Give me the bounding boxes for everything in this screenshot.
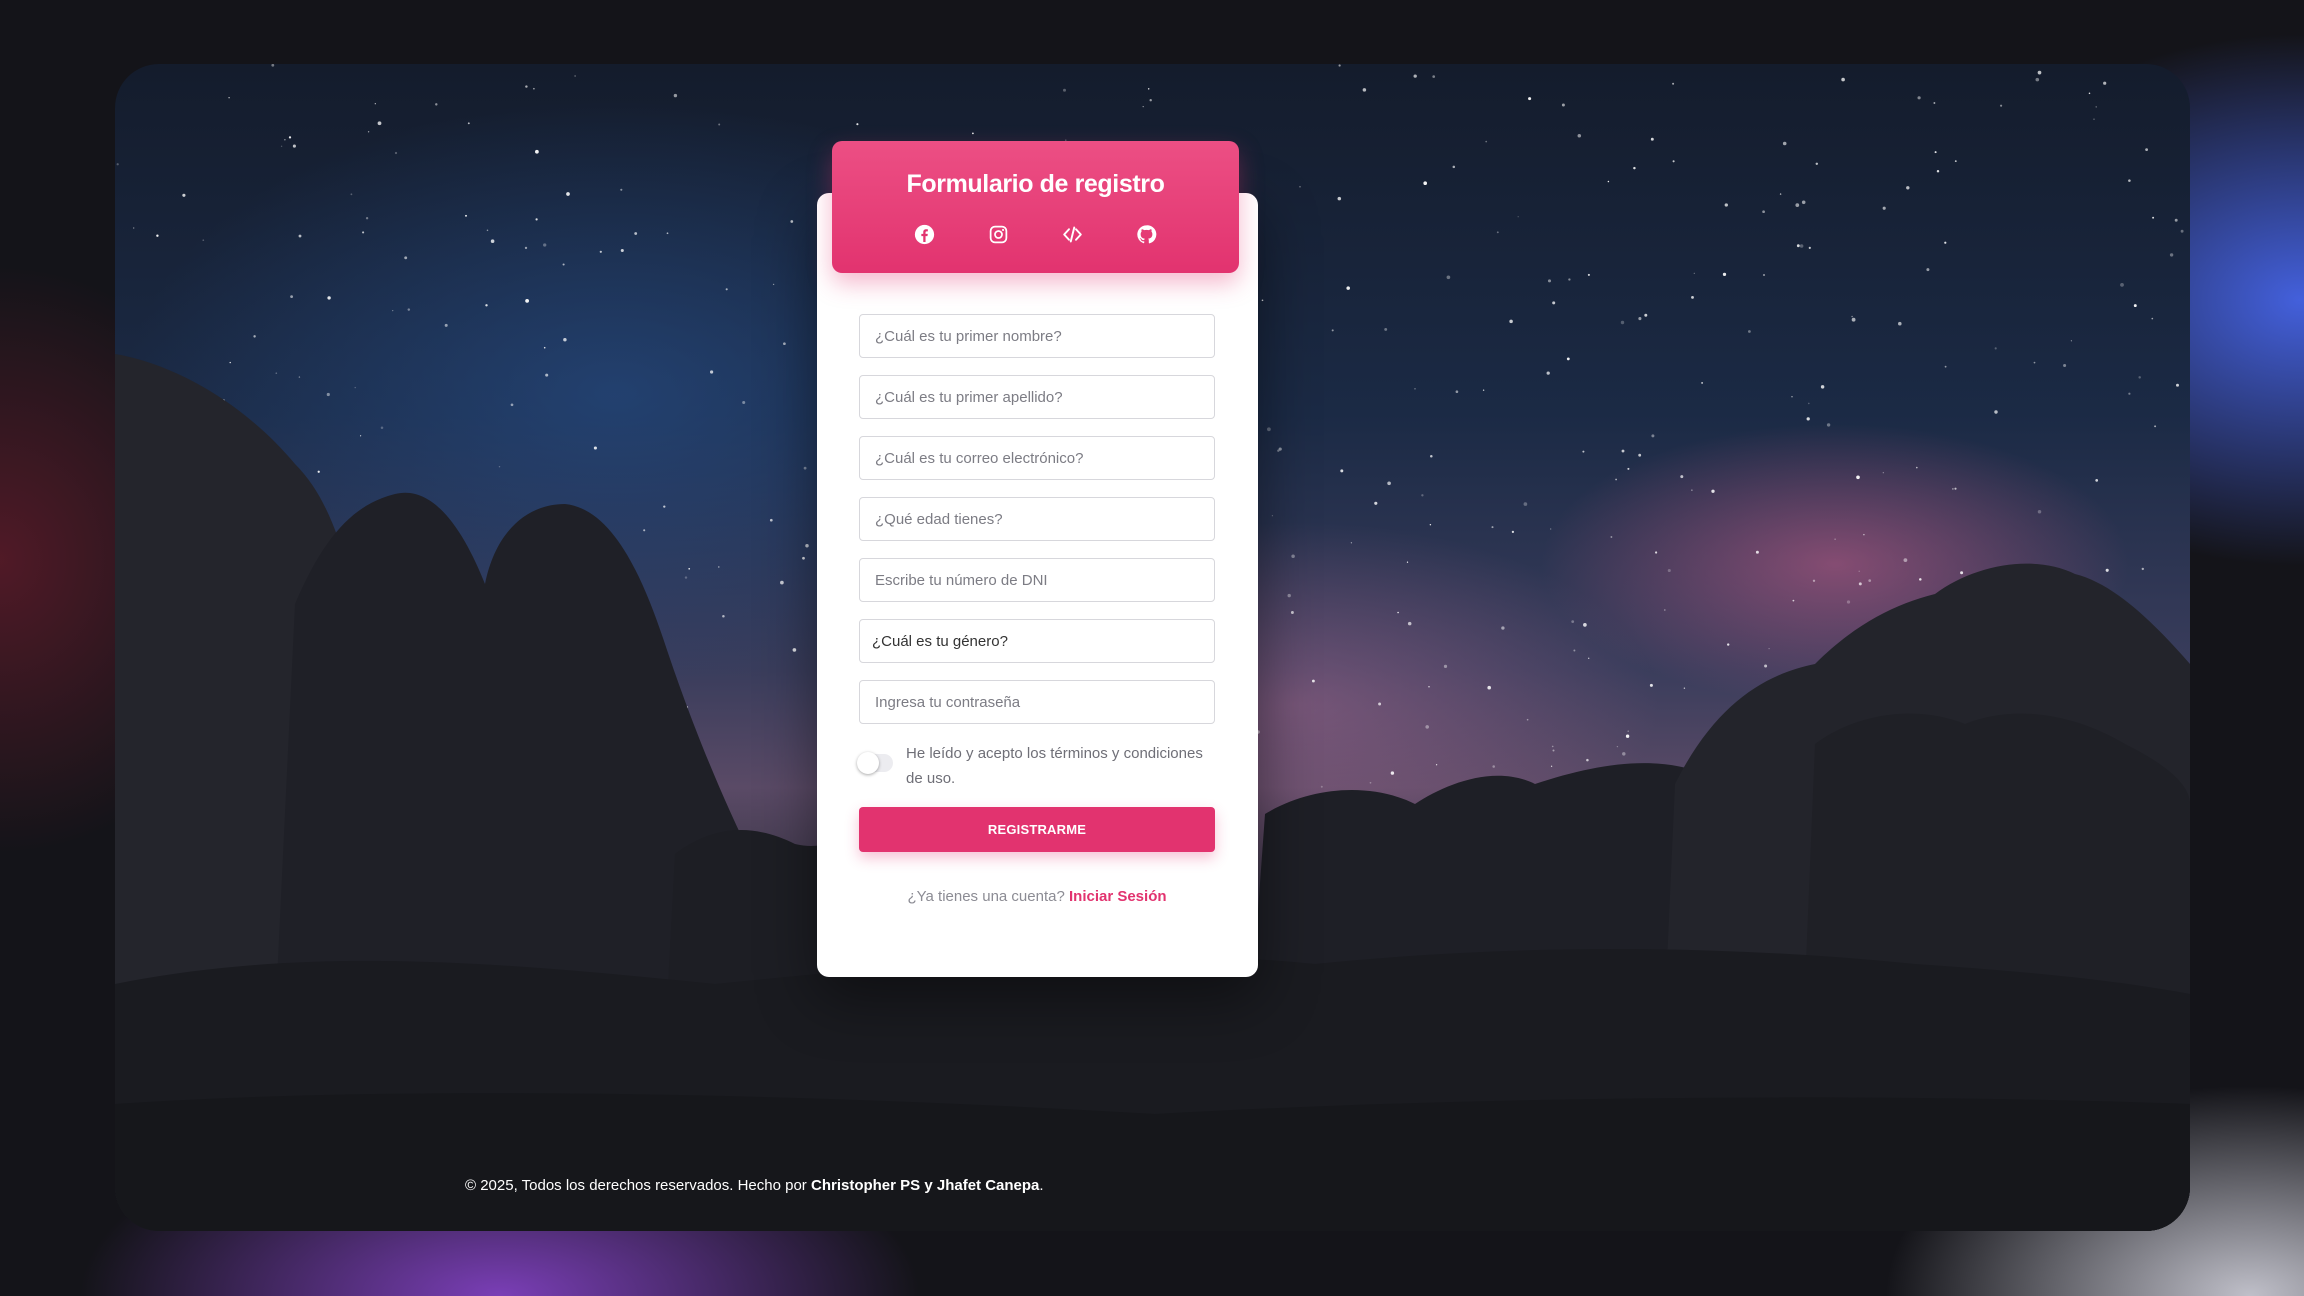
dni-input[interactable] [859,558,1215,602]
terms-row: He leído y acepto los términos y condici… [857,741,1215,791]
registration-form: ¿Cuál es tu género? He leído y acepto lo… [857,314,1215,905]
login-prompt-row: ¿Ya tienes una cuenta? Iniciar Sesión [859,888,1215,905]
terms-toggle[interactable] [857,752,893,774]
gender-select-value: ¿Cuál es tu género? [872,632,1008,650]
card-header: Formulario de registro [832,141,1239,273]
code-icon[interactable] [1058,219,1088,249]
footer: © 2025, Todos los derechos reservados. H… [465,1177,1044,1194]
age-input[interactable] [859,497,1215,541]
footer-copyright: © 2025, Todos los derechos reservados. H… [465,1177,807,1194]
toggle-knob [857,752,879,774]
footer-author-2: Jhafet Canepa [936,1177,1040,1194]
login-prompt: ¿Ya tienes una cuenta? [907,888,1065,905]
facebook-icon[interactable] [910,219,940,249]
last-name-input[interactable] [859,375,1215,419]
social-links [832,219,1239,249]
form-title: Formulario de registro [906,170,1165,198]
github-icon[interactable] [1132,219,1162,249]
register-button[interactable]: REGISTRARME [859,807,1215,852]
password-input[interactable] [859,680,1215,724]
footer-suffix: . [1039,1177,1044,1194]
login-link[interactable]: Iniciar Sesión [1069,888,1167,905]
instagram-icon[interactable] [984,219,1014,249]
footer-author-1: Christopher PS [810,1177,921,1194]
gender-select[interactable]: ¿Cuál es tu género? [859,619,1215,663]
email-input[interactable] [859,436,1215,480]
first-name-input[interactable] [859,314,1215,358]
footer-joiner: y [924,1177,933,1194]
terms-label: He leído y acepto los términos y condici… [906,745,1203,787]
